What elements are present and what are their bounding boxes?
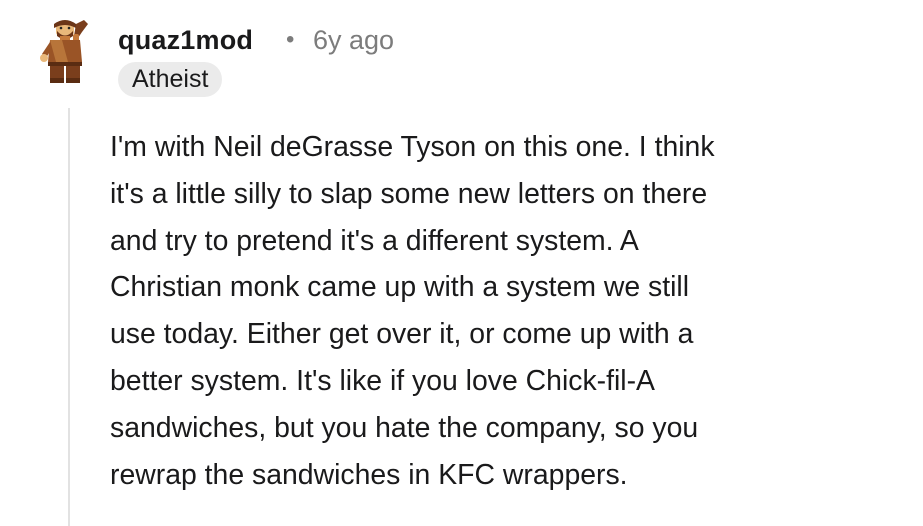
comment-timestamp: 6y ago xyxy=(313,25,395,55)
comment: quaz1mod • 6y ago Atheist I'm with Neil … xyxy=(0,0,923,526)
user-flair-badge: Atheist xyxy=(118,62,223,97)
meta-separator: • xyxy=(286,26,295,53)
comment-body-line: I'm with Neil deGrasse Tyson on this one… xyxy=(110,131,715,163)
comment-body-line: it's a little silly to slap some new let… xyxy=(110,177,708,210)
user-avatar[interactable] xyxy=(38,18,96,84)
comment-body-line: Christian monk came up with a system we … xyxy=(110,271,690,304)
lego-minifigure-avatar-icon xyxy=(40,20,88,83)
comment-body-line: better system. It's like if you love Chi… xyxy=(110,364,655,397)
comment-body-line: rewrap the sandwiches in KFC wrappers. xyxy=(110,458,628,491)
thread-collapse-line[interactable] xyxy=(68,108,70,526)
comment-body-line: use today. Either get over it, or come u… xyxy=(110,318,694,351)
comment-author[interactable]: quaz1mod xyxy=(118,20,253,60)
comment-body: I'm with Neil deGrasse Tyson on this one… xyxy=(110,124,900,498)
comment-body-line: and try to pretend it's a different syst… xyxy=(110,224,639,257)
comment-body-line: sandwiches, but you hate the company, so… xyxy=(110,411,699,444)
